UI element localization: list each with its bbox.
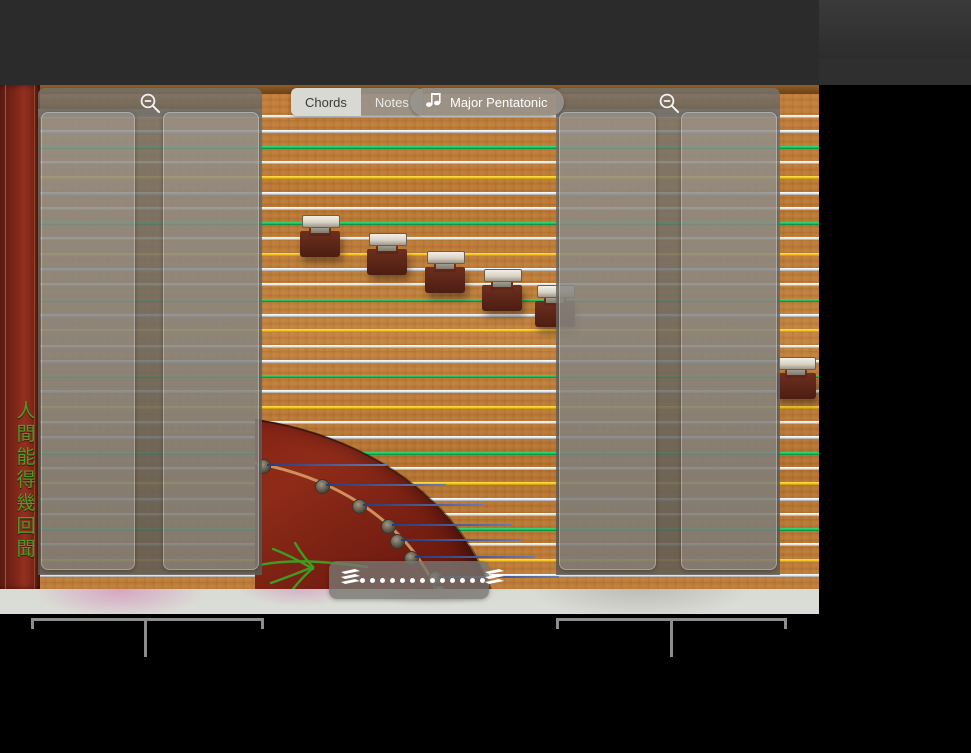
- glissando-dot[interactable]: [390, 577, 395, 583]
- string-zone[interactable]: [681, 112, 777, 570]
- glissando-dot[interactable]: [430, 577, 435, 583]
- glissando-dot[interactable]: [400, 577, 405, 583]
- tab-chords[interactable]: Chords: [291, 88, 361, 116]
- peg-wire: [326, 484, 446, 486]
- tuning-peg: [352, 499, 367, 514]
- side-inscription: 人間能得幾回聞: [13, 400, 39, 561]
- peg-wire: [401, 539, 521, 541]
- glissando-dot[interactable]: [410, 577, 415, 583]
- glissando-dot[interactable]: [380, 577, 385, 583]
- tuning-peg: [390, 534, 405, 549]
- glissando-dot[interactable]: [370, 577, 375, 583]
- peg-wire: [392, 524, 512, 526]
- glissando-dot[interactable]: [420, 577, 425, 583]
- inscription-character: 得: [16, 469, 36, 491]
- glissando-dot[interactable]: [440, 577, 445, 583]
- inscription-character: 回: [16, 515, 36, 537]
- peg-wire: [267, 464, 387, 466]
- app-window: 人間能得幾回聞 Chords Notes Major Pentatonic: [0, 0, 819, 614]
- glissando-dot[interactable]: [470, 577, 475, 583]
- peg-wire: [363, 504, 483, 506]
- inscription-character: 聞: [16, 538, 36, 560]
- peg-wire: [415, 556, 535, 558]
- scale-label: Major Pentatonic: [450, 94, 548, 110]
- zoom-out-icon[interactable]: [658, 92, 680, 114]
- glissando-wave-icon: [485, 569, 504, 591]
- chords-notes-segmented[interactable]: Chords Notes: [291, 88, 423, 116]
- inscription-character: 間: [16, 423, 36, 445]
- tuning-peg: [315, 479, 330, 494]
- zoom-out-icon[interactable]: [139, 92, 161, 114]
- tuning-peg: [381, 519, 396, 534]
- instrument-stage[interactable]: 人間能得幾回聞: [0, 85, 819, 614]
- glissando-wave-icon: [341, 569, 360, 591]
- glissando-dots[interactable]: [360, 577, 485, 583]
- glissando-bar[interactable]: [329, 561, 504, 599]
- inscription-character: 人: [16, 400, 36, 422]
- glissando-dot[interactable]: [460, 577, 465, 583]
- string-zone[interactable]: [163, 112, 259, 570]
- inscription-character: 能: [16, 446, 36, 468]
- string-zone[interactable]: [41, 112, 135, 570]
- inscription-character: 幾: [16, 492, 36, 514]
- glissando-dot[interactable]: [450, 577, 455, 583]
- string-zone[interactable]: [559, 112, 656, 570]
- glissando-dot[interactable]: [360, 577, 365, 583]
- double-eighth-note-icon: [426, 93, 443, 111]
- scale-selector-button[interactable]: Major Pentatonic: [410, 88, 564, 116]
